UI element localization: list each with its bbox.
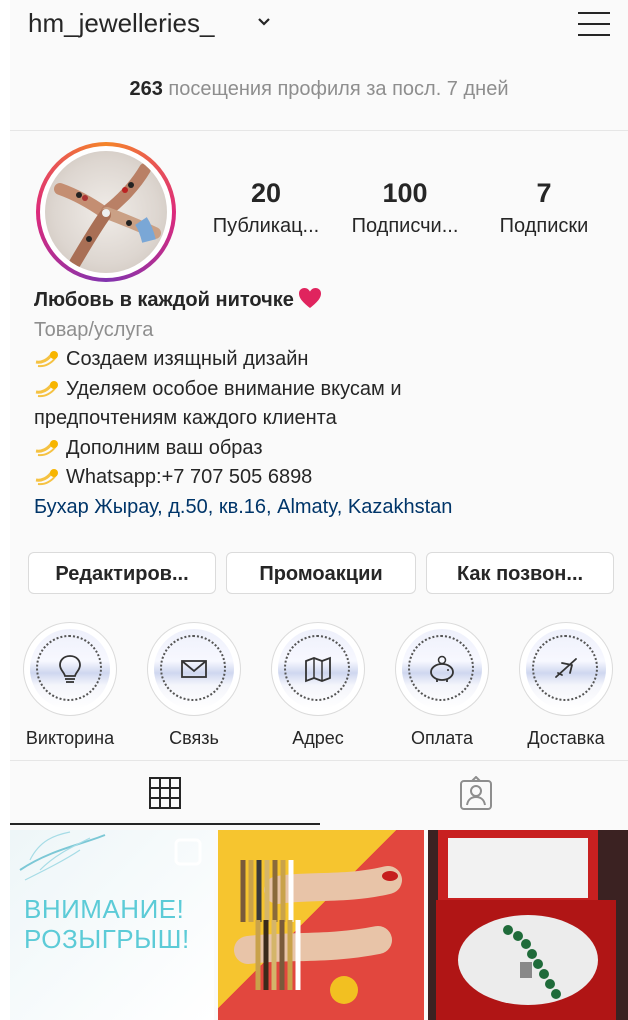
following-count[interactable]: 7 Подписки — [484, 178, 604, 238]
heart-icon — [298, 288, 321, 308]
post-thumbnail[interactable] — [218, 830, 424, 1020]
profile-screen: hm_jewelleries_ 263 посещения профиля за… — [10, 0, 628, 1020]
bio-line: Создаем изящный дизайн — [66, 348, 309, 370]
shooting-star-icon — [35, 439, 58, 456]
profile-tabs — [10, 760, 628, 824]
username[interactable]: hm_jewelleries_ — [28, 8, 214, 39]
bio-line: предпочтениям каждого клиента — [34, 407, 337, 429]
envelope-icon — [181, 660, 207, 678]
highlight-delivery[interactable]: Доставка — [506, 622, 626, 749]
highlight-label: Оплата — [411, 728, 473, 748]
bracelets-photo — [234, 860, 402, 1004]
bracelet-box-photo — [428, 830, 628, 1020]
post-thumbnail[interactable]: ВНИМАНИЕ! РОЗЫГРЫШ! — [10, 830, 214, 1020]
chevron-down-icon[interactable] — [256, 16, 272, 28]
posts-count[interactable]: 20 Публикац... — [206, 178, 326, 238]
shooting-star-icon — [35, 380, 58, 397]
post-text: ВНИМАНИЕ! РОЗЫГРЫШ! — [24, 894, 190, 954]
menu-icon[interactable] — [578, 12, 610, 38]
shooting-star-icon — [35, 351, 58, 368]
visits-count: 263 — [129, 78, 163, 100]
highlight-label: Доставка — [527, 728, 605, 748]
profile-name: Любовь в каждой ниточке — [34, 289, 294, 311]
highlight-label: Связь — [169, 728, 219, 748]
profile-bio: Любовь в каждой ниточке Товар/услуга Соз… — [34, 286, 624, 522]
edit-profile-button[interactable]: Редактиров... — [28, 552, 216, 594]
grid-icon[interactable] — [148, 776, 182, 810]
visits-text: посещения профиля за посл. 7 дней — [168, 78, 509, 100]
how-to-call-button[interactable]: Как позвон... — [426, 552, 614, 594]
highlight-label: Викторина — [25, 728, 115, 748]
piggy-bank-icon — [430, 655, 454, 682]
lightbulb-icon — [59, 655, 81, 683]
post-thumbnail[interactable] — [428, 830, 628, 1020]
map-icon — [305, 656, 331, 683]
bio-phone[interactable]: Whatsapp:+7 707 505 6898 — [66, 466, 312, 488]
followers-count[interactable]: 100 Подписчи... — [340, 178, 470, 238]
highlight-contact[interactable]: Связь — [134, 622, 254, 749]
bio-line: Уделяем особое внимание вкусам и — [66, 377, 402, 400]
bio-line: Дополним ваш образ — [66, 436, 263, 459]
shooting-star-icon — [35, 469, 58, 486]
profile-header: hm_jewelleries_ — [10, 0, 628, 60]
active-tab-indicator — [10, 823, 320, 825]
highlight-label: Адрес — [292, 728, 344, 748]
avatar-photo — [45, 151, 167, 273]
highlight-payment[interactable]: Оплата — [382, 622, 502, 749]
airplane-icon — [555, 658, 577, 678]
highlight-address[interactable]: Адрес — [258, 622, 378, 749]
bio-address-link[interactable]: Бухар Жырау, д.50, кв.16, Almaty, Kazakh… — [34, 493, 624, 523]
highlight-quiz[interactable]: Викторина — [10, 622, 130, 749]
tagged-person-icon[interactable] — [458, 776, 494, 812]
promotions-button[interactable]: Промоакции — [226, 552, 416, 594]
divider — [10, 130, 628, 131]
profile-visits-insight[interactable]: 263 посещения профиля за посл. 7 дней — [10, 78, 628, 101]
profile-category: Товар/услуга — [34, 318, 154, 341]
profile-avatar[interactable] — [36, 142, 176, 282]
